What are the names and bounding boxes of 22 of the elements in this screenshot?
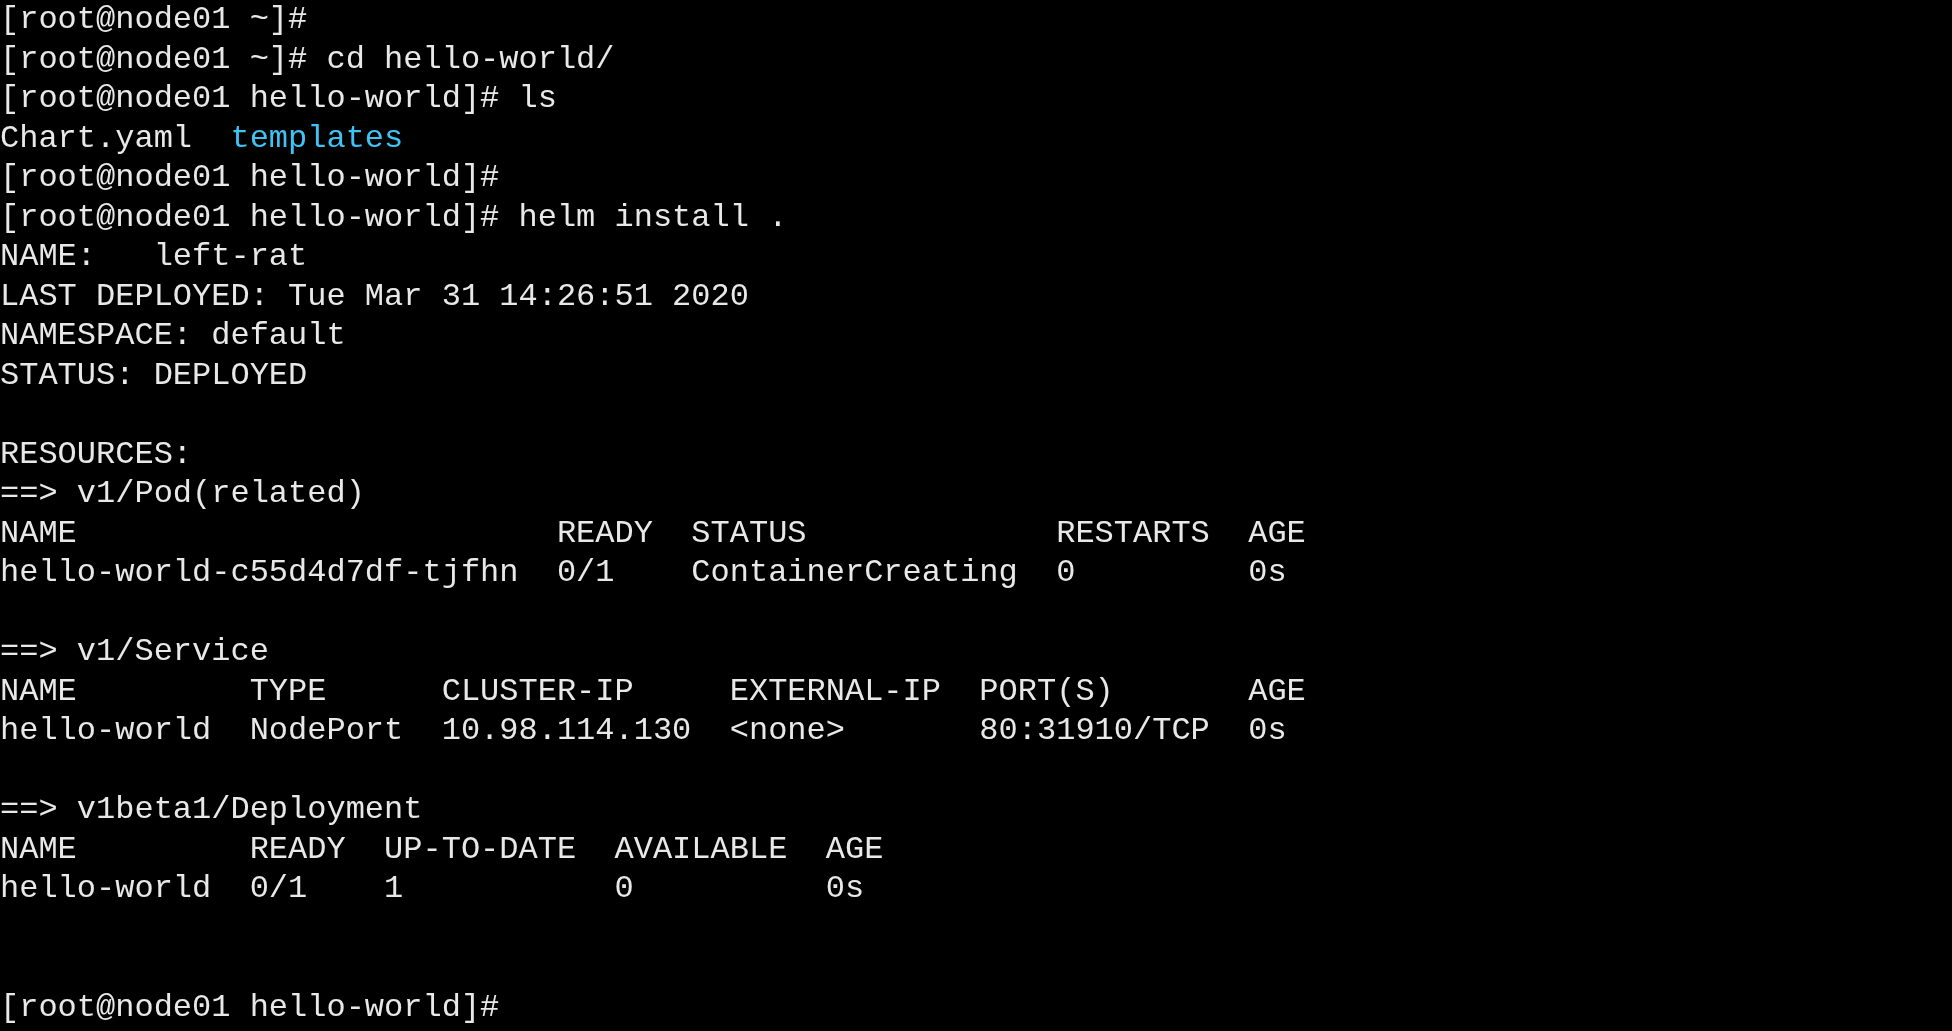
terminal-line: RESOURCES: xyxy=(0,434,193,474)
terminal-line: [root@node01 hello-world]# xyxy=(0,987,500,1027)
terminal-line: NAME TYPE CLUSTER-IP EXTERNAL-IP PORT(S) AGE xyxy=(0,671,1306,711)
terminal-line: [root@node01 ~]# cd hello-world/ xyxy=(0,39,615,79)
terminal-line: NAME READY UP-TO-DATE AVAILABLE AGE xyxy=(0,829,884,869)
directory-name: templates xyxy=(230,118,404,158)
terminal-line: ==> v1/Service xyxy=(0,632,269,672)
terminal-line: [root@node01 hello-world]# xyxy=(0,158,500,198)
file-name: Chart.yaml xyxy=(0,118,193,158)
terminal-line: NAME: left-rat xyxy=(0,237,308,277)
terminal-line: ==> v1/Pod(related) xyxy=(0,474,365,514)
terminal-line: NAMESPACE: default xyxy=(0,316,346,356)
terminal-line: LAST DEPLOYED: Tue Mar 31 14:26:51 2020 xyxy=(0,276,749,316)
terminal-line: [root@node01 hello-world]# ls xyxy=(0,79,557,119)
terminal-line: hello-world-c55d4d7df-tjfhn 0/1 ContainerCreating 0 0s xyxy=(0,553,1287,593)
terminal-line: hello-world NodePort 10.98.114.130 <none> 80:31910/TCP 0s xyxy=(0,711,1287,751)
terminal-line: [root@node01 hello-world]# helm install . xyxy=(0,197,788,237)
terminal-line: STATUS: DEPLOYED xyxy=(0,355,308,395)
terminal-line: hello-world 0/1 1 0 0s xyxy=(0,869,865,909)
terminal-line: ==> v1beta1/Deployment xyxy=(0,790,423,830)
terminal-line: NAME READY STATUS RESTARTS AGE xyxy=(0,513,1306,553)
terminal-line: [root@node01 ~]# xyxy=(0,0,308,40)
